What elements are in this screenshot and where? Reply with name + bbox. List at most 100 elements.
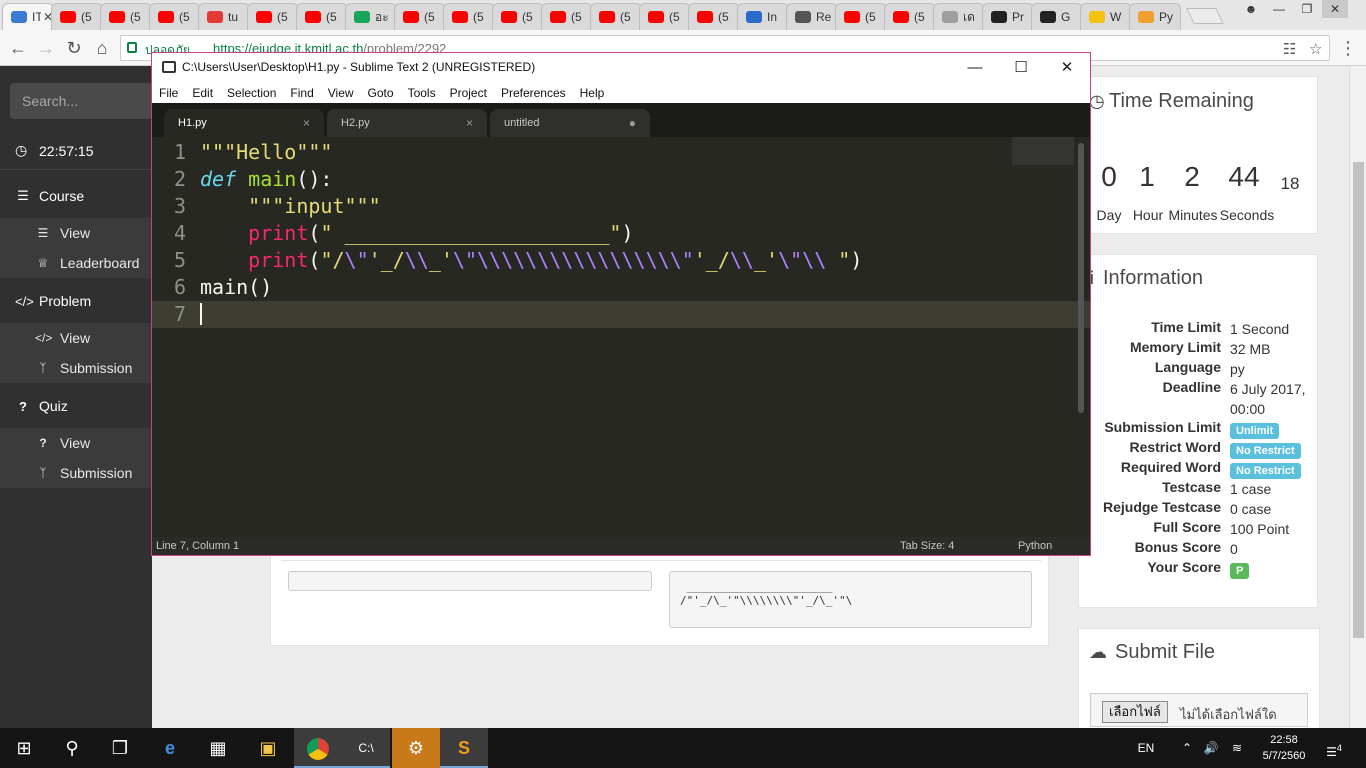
browser-tab[interactable]: W — [1080, 3, 1132, 30]
close-button[interactable]: ✕ — [1044, 56, 1090, 80]
profile-icon[interactable]: ☻ — [1238, 0, 1264, 18]
browser-tab[interactable]: (5 — [247, 3, 299, 30]
browser-tab[interactable]: (5 — [443, 3, 495, 30]
store-icon[interactable]: ▦ — [194, 728, 242, 768]
sidebar-item-course-view[interactable]: ☰ View — [0, 218, 152, 248]
sidebar-item-problem-submission[interactable]: ᛉ Submission — [0, 353, 152, 383]
restore-button[interactable]: ❐ — [1294, 0, 1320, 18]
chevron-up-icon[interactable]: ⌃ — [1178, 728, 1196, 768]
search-icon[interactable]: ⚲ — [48, 728, 96, 768]
browser-tab[interactable]: (5 — [296, 3, 348, 30]
browser-tab[interactable]: Pr — [982, 3, 1034, 30]
page-scrollbar[interactable] — [1349, 66, 1366, 728]
tab-untitled[interactable]: untitled ● — [490, 109, 650, 137]
sidebar-item-problem-view[interactable]: </> View — [0, 323, 152, 353]
unsaved-dot-icon[interactable]: ● — [629, 109, 636, 137]
browser-tab[interactable]: (5 — [492, 3, 544, 30]
browser-tab[interactable]: (5 — [688, 3, 740, 30]
settings-gear-icon[interactable]: ⚙ — [392, 728, 440, 768]
browser-tab[interactable]: (5 — [639, 3, 691, 30]
start-windows-icon[interactable]: ⊞ — [0, 728, 48, 768]
syntax-mode[interactable]: Python — [1018, 537, 1052, 555]
maximize-button[interactable]: ☐ — [998, 56, 1044, 80]
menu-item-preferences[interactable]: Preferences — [494, 83, 573, 103]
menu-item-view[interactable]: View — [321, 83, 361, 103]
browser-tab[interactable]: Py — [1129, 3, 1181, 30]
browser-tab[interactable]: อะ — [345, 3, 397, 30]
back-arrow-icon[interactable]: ← — [6, 36, 30, 60]
minutes-label: Minutes — [1168, 207, 1218, 223]
minimap[interactable] — [1012, 137, 1074, 165]
menu-item-find[interactable]: Find — [283, 83, 320, 103]
code-editor[interactable]: 1 2 3 4 5 6 7 """Hello""" def main(): ""… — [152, 137, 1090, 537]
minimize-button[interactable]: — — [952, 56, 998, 80]
bookmark-star-icon[interactable]: ☆ — [1309, 40, 1322, 58]
command-prompt-icon[interactable]: C:\ — [342, 728, 390, 768]
close-icon[interactable]: × — [466, 109, 473, 137]
wifi-icon[interactable]: ≋ — [1228, 728, 1246, 768]
chrome-icon[interactable] — [294, 728, 342, 768]
close-button[interactable]: ✕ — [1322, 0, 1348, 18]
browser-tab[interactable]: tu — [198, 3, 250, 30]
sidebar-item-quiz-submission[interactable]: ᛉ Submission — [0, 458, 152, 488]
browser-tab[interactable]: Re — [786, 3, 838, 30]
file-explorer-icon[interactable]: ▣ — [244, 728, 292, 768]
search-input[interactable]: Search... — [10, 83, 152, 119]
browser-tab[interactable]: IT✕ — [2, 3, 54, 30]
browser-tab[interactable]: G — [1031, 3, 1083, 30]
menu-item-edit[interactable]: Edit — [185, 83, 220, 103]
tab-h2[interactable]: H2.py × — [327, 109, 487, 137]
menu-item-tools[interactable]: Tools — [401, 83, 443, 103]
youtube-icon — [844, 11, 860, 23]
system-clock[interactable]: 22:58 5/7/2560 — [1252, 732, 1316, 764]
browser-tab[interactable]: (5 — [835, 3, 887, 30]
browser-tab[interactable]: (5 — [394, 3, 446, 30]
info-key: Testcase — [1162, 479, 1221, 495]
minimize-button[interactable]: — — [1266, 0, 1292, 18]
tab-h1[interactable]: H1.py × — [164, 109, 324, 137]
builtin: print — [248, 248, 309, 272]
info-value: 0 case — [1230, 501, 1272, 517]
edge-icon[interactable]: e — [146, 728, 194, 768]
clock-icon: ◷ — [1089, 91, 1105, 111]
reload-icon[interactable]: ↻ — [62, 36, 86, 60]
sidebar-section-problem[interactable]: </> Problem — [0, 282, 152, 320]
tab-size[interactable]: Tab Size: 4 — [900, 537, 954, 555]
browser-tab[interactable]: In — [737, 3, 789, 30]
it-favicon — [11, 11, 27, 23]
sidebar-section-course[interactable]: ☰ Course — [0, 177, 152, 215]
menu-item-goto[interactable]: Goto — [361, 83, 401, 103]
browser-tab[interactable]: (5 — [541, 3, 593, 30]
browser-tab[interactable]: (5 — [51, 3, 103, 30]
browser-tab[interactable]: (5 — [884, 3, 936, 30]
info-value: py — [1230, 361, 1245, 377]
language-indicator[interactable]: EN — [1134, 728, 1158, 768]
notification-icon[interactable]: ☰4 — [1322, 728, 1346, 768]
browser-tab[interactable]: (5 — [149, 3, 201, 30]
sidebar-item-quiz-view[interactable]: ? View — [0, 428, 152, 458]
menu-dots-icon[interactable]: ⋮ — [1336, 36, 1360, 60]
info-key: Required Word — [1120, 459, 1221, 475]
translate-icon[interactable]: ☷ — [1283, 40, 1296, 58]
browser-tab[interactable]: (5 — [100, 3, 152, 30]
menu-item-help[interactable]: Help — [573, 83, 612, 103]
sidebar-section-quiz[interactable]: ? Quiz — [0, 387, 152, 425]
menu-item-project[interactable]: Project — [443, 83, 494, 103]
task-view-icon[interactable]: ❐ — [96, 728, 144, 768]
menu-item-selection[interactable]: Selection — [220, 83, 283, 103]
tab-label: IT — [32, 10, 41, 24]
close-icon[interactable]: × — [303, 109, 310, 137]
editor-scrollbar[interactable] — [1078, 143, 1084, 413]
days-value: 0 — [1101, 161, 1117, 192]
volume-icon[interactable]: 🔊 — [1202, 728, 1220, 768]
menu-item-file[interactable]: File — [152, 83, 185, 103]
choose-file-button[interactable]: เลือกไฟล์ — [1102, 701, 1168, 723]
browser-tab[interactable]: เด — [933, 3, 985, 30]
forward-arrow-icon[interactable]: → — [34, 36, 58, 60]
browser-tab[interactable]: (5 — [590, 3, 642, 30]
sublime-text-icon[interactable]: S — [440, 728, 488, 768]
sidebar-item-leaderboard[interactable]: ♕ Leaderboard — [0, 248, 152, 278]
file-input[interactable]: เลือกไฟล์ ไม่ได้เลือกไฟล์ใด — [1090, 693, 1308, 727]
scrollbar-thumb[interactable] — [1353, 162, 1364, 638]
home-icon[interactable]: ⌂ — [90, 36, 114, 60]
